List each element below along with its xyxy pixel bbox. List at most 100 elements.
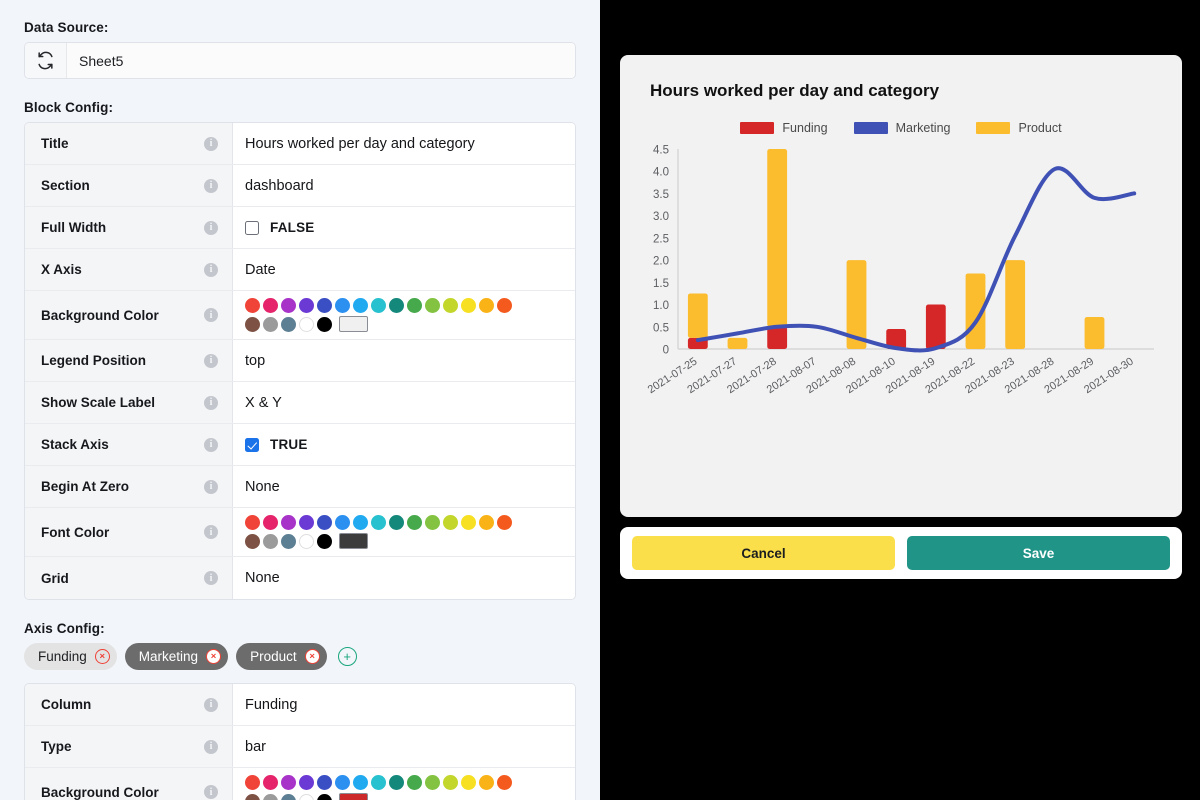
save-button[interactable]: Save <box>907 536 1170 570</box>
selected-color-preview[interactable] <box>339 533 368 549</box>
config-row-value-begin-at-zero[interactable]: None <box>233 466 575 507</box>
color-swatch[interactable] <box>461 775 476 790</box>
color-swatch[interactable] <box>245 534 260 549</box>
checkbox-control[interactable]: FALSE <box>245 220 315 235</box>
bar-product[interactable] <box>688 293 708 337</box>
remove-axis-icon[interactable]: × <box>95 649 110 664</box>
info-icon[interactable]: i <box>204 137 218 151</box>
color-swatch[interactable] <box>317 515 332 530</box>
color-swatch[interactable] <box>479 298 494 313</box>
bar-product[interactable] <box>1085 317 1105 349</box>
color-swatch[interactable] <box>317 794 332 800</box>
color-swatch[interactable] <box>299 794 314 800</box>
color-swatch[interactable] <box>335 515 350 530</box>
color-swatch[interactable] <box>389 298 404 313</box>
info-icon[interactable]: i <box>204 221 218 235</box>
color-swatch[interactable] <box>317 534 332 549</box>
color-swatch[interactable] <box>263 534 278 549</box>
bar-product[interactable] <box>767 149 787 327</box>
color-swatch[interactable] <box>371 298 386 313</box>
color-swatch[interactable] <box>371 515 386 530</box>
bar-product[interactable] <box>1005 260 1025 349</box>
config-row-value-stack-axis[interactable]: TRUE <box>233 424 575 465</box>
color-swatch[interactable] <box>245 298 260 313</box>
color-swatch[interactable] <box>299 298 314 313</box>
color-swatch[interactable] <box>263 775 278 790</box>
info-icon[interactable]: i <box>204 785 218 799</box>
color-swatch[interactable] <box>335 298 350 313</box>
config-row-value-legend-position[interactable]: top <box>233 340 575 381</box>
config-row-value-type[interactable]: bar <box>233 726 575 767</box>
color-swatch[interactable] <box>263 515 278 530</box>
color-swatch[interactable] <box>317 298 332 313</box>
config-row-value-title[interactable]: Hours worked per day and category <box>233 123 575 164</box>
color-swatch[interactable] <box>263 298 278 313</box>
checkbox-control[interactable]: TRUE <box>245 437 308 452</box>
color-swatch[interactable] <box>425 775 440 790</box>
info-icon[interactable]: i <box>204 179 218 193</box>
color-swatch[interactable] <box>353 298 368 313</box>
color-swatch[interactable] <box>479 775 494 790</box>
selected-color-preview[interactable] <box>339 316 368 332</box>
info-icon[interactable]: i <box>204 525 218 539</box>
color-swatch[interactable] <box>281 534 296 549</box>
config-row-value-background-color[interactable] <box>233 291 575 339</box>
config-row-value-section[interactable]: dashboard <box>233 165 575 206</box>
color-swatch[interactable] <box>317 775 332 790</box>
color-swatch[interactable] <box>443 298 458 313</box>
color-swatch[interactable] <box>497 298 512 313</box>
config-row-value-column[interactable]: Funding <box>233 684 575 725</box>
info-icon[interactable]: i <box>204 740 218 754</box>
data-source-field[interactable]: Sheet5 <box>24 42 576 79</box>
color-swatch[interactable] <box>263 317 278 332</box>
color-swatch[interactable] <box>497 775 512 790</box>
color-swatch[interactable] <box>425 515 440 530</box>
color-swatch[interactable] <box>479 515 494 530</box>
color-swatch[interactable] <box>281 515 296 530</box>
info-icon[interactable]: i <box>204 698 218 712</box>
info-icon[interactable]: i <box>204 308 218 322</box>
checkbox-stack-axis[interactable] <box>245 438 259 452</box>
config-row-value-x-axis[interactable]: Date <box>233 249 575 290</box>
color-swatch[interactable] <box>245 317 260 332</box>
color-swatch[interactable] <box>497 515 512 530</box>
info-icon[interactable]: i <box>204 480 218 494</box>
color-swatch[interactable] <box>371 775 386 790</box>
config-row-value-full-width[interactable]: FALSE <box>233 207 575 248</box>
axis-pill-product[interactable]: Product× <box>236 643 327 670</box>
info-icon[interactable]: i <box>204 263 218 277</box>
color-swatch[interactable] <box>299 515 314 530</box>
cancel-button[interactable]: Cancel <box>632 536 895 570</box>
color-swatch[interactable] <box>425 298 440 313</box>
color-swatch[interactable] <box>281 298 296 313</box>
color-swatch[interactable] <box>407 775 422 790</box>
color-swatch[interactable] <box>281 317 296 332</box>
info-icon[interactable]: i <box>204 438 218 452</box>
bar-funding[interactable] <box>926 305 946 349</box>
bar-product[interactable] <box>728 338 748 349</box>
info-icon[interactable]: i <box>204 571 218 585</box>
checkbox-full-width[interactable] <box>245 221 259 235</box>
color-swatch[interactable] <box>335 775 350 790</box>
refresh-icon[interactable] <box>25 43 67 78</box>
color-swatch[interactable] <box>443 775 458 790</box>
color-swatch[interactable] <box>299 775 314 790</box>
data-source-value[interactable]: Sheet5 <box>67 43 575 78</box>
config-row-value-grid[interactable]: None <box>233 557 575 599</box>
legend-item-funding[interactable]: Funding <box>740 121 827 135</box>
config-row-value-show-scale-label[interactable]: X & Y <box>233 382 575 423</box>
color-swatch[interactable] <box>353 515 368 530</box>
color-swatch[interactable] <box>245 775 260 790</box>
config-row-value-background-color[interactable] <box>233 768 575 800</box>
color-swatch[interactable] <box>389 775 404 790</box>
color-swatch[interactable] <box>407 298 422 313</box>
color-swatch[interactable] <box>281 775 296 790</box>
selected-color-preview[interactable] <box>339 793 368 800</box>
color-swatch[interactable] <box>389 515 404 530</box>
color-swatch[interactable] <box>245 515 260 530</box>
color-swatch[interactable] <box>461 515 476 530</box>
bar-funding[interactable] <box>767 327 787 349</box>
color-swatch[interactable] <box>317 317 332 332</box>
remove-axis-icon[interactable]: × <box>305 649 320 664</box>
line-marketing[interactable] <box>698 168 1134 350</box>
